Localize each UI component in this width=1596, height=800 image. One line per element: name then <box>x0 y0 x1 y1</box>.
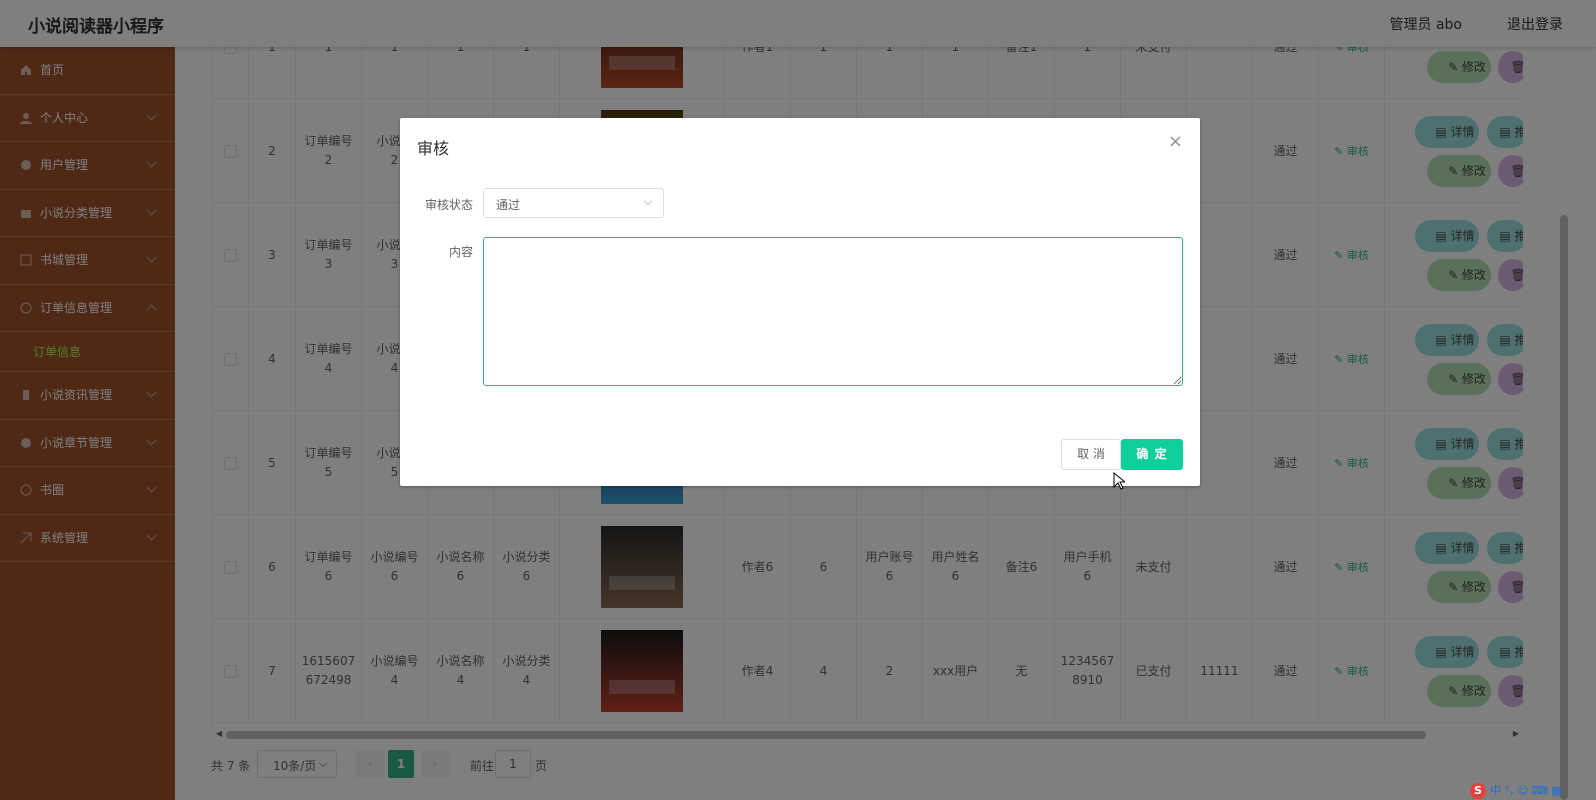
audit-dialog: 审核 × 审核状态 通过 内容 取 消 确 定 <box>400 118 1200 486</box>
emoji-icon: ☺ <box>1517 784 1529 797</box>
grid-icon: ▦ <box>1551 784 1562 797</box>
content-textarea[interactable] <box>483 237 1183 386</box>
mouse-cursor-icon <box>1113 472 1125 490</box>
punctuation-icon: °, <box>1504 784 1514 797</box>
sogou-logo-icon: S <box>1470 783 1486 799</box>
close-icon[interactable]: × <box>1168 131 1183 152</box>
content-label: 内容 <box>448 245 473 259</box>
confirm-button[interactable]: 确 定 <box>1121 439 1183 470</box>
dialog-title: 审核 <box>417 139 450 158</box>
keyboard-icon: ⌨ <box>1531 784 1548 797</box>
audit-status-label: 审核状态 <box>424 198 473 212</box>
audit-status-value: 通过 <box>496 198 521 212</box>
ime-toolbar[interactable]: S中 °, ☺ ⌨ ▦ <box>1470 782 1596 800</box>
cancel-button[interactable]: 取 消 <box>1061 439 1121 470</box>
ime-mode-label: 中 <box>1490 784 1501 797</box>
audit-status-select[interactable]: 通过 <box>483 188 664 218</box>
chevron-down-icon <box>643 196 653 206</box>
